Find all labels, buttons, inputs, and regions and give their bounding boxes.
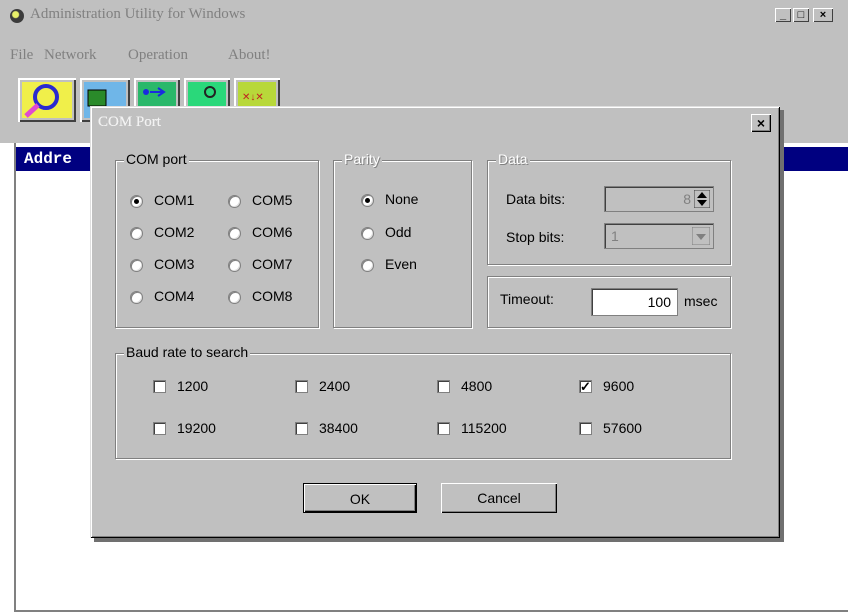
com-port-dialog: COM Port × COM port COM1 COM2 COM3 COM4 … [90,106,780,538]
baud-115200-checkbox[interactable] [437,422,450,435]
stop-bits-select[interactable]: 1 [604,223,714,249]
parity-group: Parity None Odd Even [333,151,472,328]
maximize-button[interactable]: □ [793,8,809,22]
baud-rate-group-label: Baud rate to search [124,344,251,360]
app-icon [10,9,24,23]
radio-com3[interactable] [130,259,143,272]
baud-9600-checkbox[interactable]: ✓ [579,380,592,393]
data-bits-value: 8 [683,191,691,207]
baud-2400-checkbox[interactable] [295,380,308,393]
menu-network[interactable]: Network [44,47,97,64]
parity-none-label: None [385,191,419,207]
com-port-group-label: COM port [124,151,189,167]
dropdown-arrow-icon[interactable] [692,227,710,245]
menu-about[interactable]: About! [228,47,271,64]
com3-label: COM3 [154,256,195,272]
timeout-unit: msec [684,293,718,309]
com7-label: COM7 [252,256,293,272]
search-tool-button[interactable] [18,78,76,122]
stop-bits-value: 1 [611,228,619,244]
dialog-close-button[interactable]: × [751,114,771,132]
radio-com5[interactable] [228,195,241,208]
baud-38400-checkbox[interactable] [295,422,308,435]
ok-button[interactable]: OK [303,483,417,513]
timeout-input[interactable]: 100 [591,288,678,316]
parity-odd-label: Odd [385,224,412,240]
magnifier-icon [22,82,72,118]
minimize-button[interactable]: _ [775,8,791,22]
stop-bits-label: Stop bits: [506,229,565,245]
timeout-group: Timeout: 100 msec [487,276,731,328]
radio-com4[interactable] [130,291,143,304]
com5-label: COM5 [252,192,293,208]
radio-parity-odd[interactable] [361,227,374,240]
data-bits-spinner[interactable]: 8 [604,186,714,212]
baud-4800-checkbox[interactable] [437,380,450,393]
com4-label: COM4 [154,288,195,304]
spinner-arrows-icon[interactable] [694,190,710,208]
radio-parity-none[interactable] [361,194,374,207]
baud-9600-label: 9600 [603,378,635,394]
com6-label: COM6 [252,224,293,240]
baud-19200-label: 19200 [177,420,216,436]
svg-text:✕↓✕: ✕↓✕ [242,92,264,103]
main-titlebar: Administration Utility for Windows _ □ × [0,0,848,30]
menu-file[interactable]: File [10,47,33,64]
baud-115200-label: 115200 [461,420,507,436]
address-column-header[interactable]: Addre [24,150,72,168]
close-button[interactable]: × [813,8,833,22]
timeout-value: 100 [647,294,671,310]
menubar: File Network Operation About! [0,30,848,70]
baud-2400-label: 2400 [319,378,351,394]
data-group: Data Data bits: 8 Stop bits: 1 [487,151,731,265]
com-port-group: COM port COM1 COM2 COM3 COM4 COM5 COM6 C… [115,151,319,328]
timeout-label: Timeout: [500,291,554,307]
baud-57600-label: 57600 [603,420,642,436]
parity-even-label: Even [385,256,417,272]
radio-com2[interactable] [130,227,143,240]
menu-operation[interactable]: Operation [128,47,188,64]
data-group-label: Data [496,151,530,167]
baud-rate-group: Baud rate to search 1200 2400 4800 ✓ 960… [115,344,731,459]
com2-label: COM2 [154,224,195,240]
baud-1200-checkbox[interactable] [153,380,166,393]
radio-com6[interactable] [228,227,241,240]
radio-com7[interactable] [228,259,241,272]
radio-com1[interactable] [130,195,143,208]
com1-label: COM1 [154,192,195,208]
baud-19200-checkbox[interactable] [153,422,166,435]
radio-parity-even[interactable] [361,259,374,272]
parity-group-label: Parity [342,151,382,167]
data-bits-label: Data bits: [506,191,566,207]
baud-57600-checkbox[interactable] [579,422,592,435]
dialog-title: COM Port [98,114,161,130]
radio-com8[interactable] [228,291,241,304]
cancel-button[interactable]: Cancel [441,483,557,513]
dialog-titlebar[interactable]: COM Port × [93,109,777,137]
baud-4800-label: 4800 [461,378,493,394]
com8-label: COM8 [252,288,293,304]
baud-1200-label: 1200 [177,378,209,394]
baud-38400-label: 38400 [319,420,358,436]
window-title: Administration Utility for Windows [30,6,246,22]
